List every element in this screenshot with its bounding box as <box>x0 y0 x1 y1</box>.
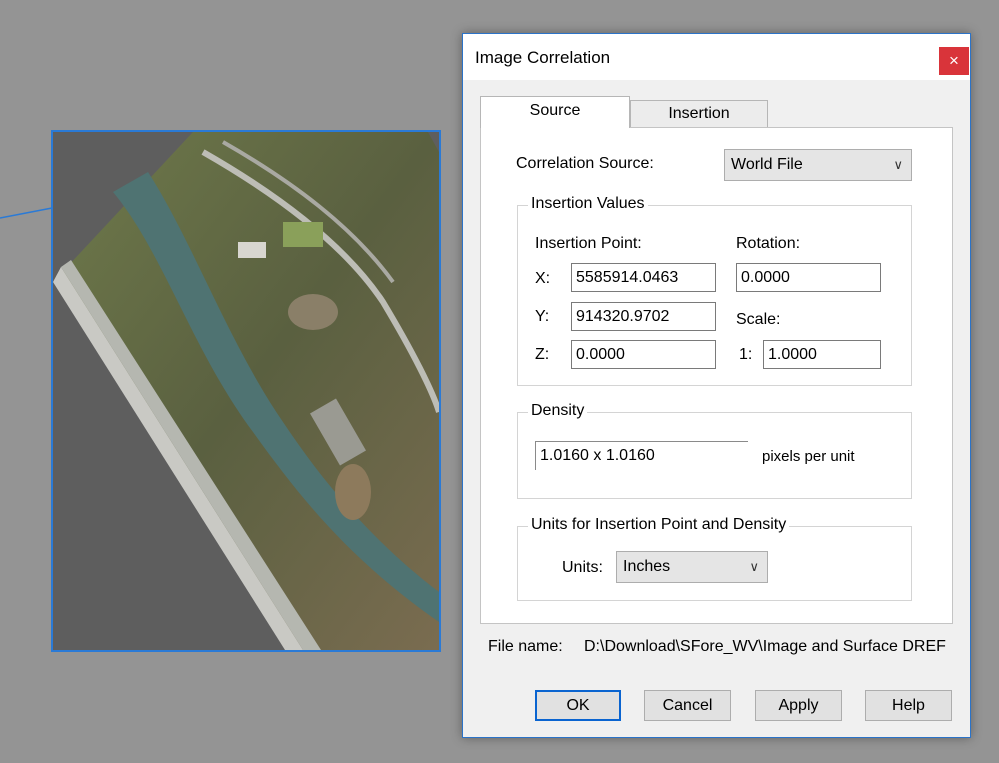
help-button[interactable]: Help <box>865 690 952 721</box>
units-select[interactable]: Inches ∨ <box>616 551 768 583</box>
tab-insertion[interactable]: Insertion <box>630 100 768 128</box>
file-name-value: D:\Download\SFore_WV\Image and Surface D… <box>584 638 946 655</box>
file-name-label: File name: <box>488 638 563 655</box>
cancel-button[interactable]: Cancel <box>644 690 731 721</box>
x-label: X: <box>535 270 551 287</box>
density-group: Density 1.0160 x 1.0160 pixels per unit <box>517 402 912 499</box>
units-label: Units: <box>562 559 603 576</box>
insertion-values-group: Insertion Values Insertion Point: Rotati… <box>517 195 912 386</box>
density-title: Density <box>528 402 588 420</box>
ok-button[interactable]: OK <box>535 690 621 721</box>
z-label: Z: <box>535 346 550 363</box>
close-button[interactable]: × <box>939 47 969 75</box>
y-label: Y: <box>535 308 550 325</box>
density-input[interactable]: 1.0160 x 1.0160 <box>535 441 748 470</box>
aerial-photo-icon <box>53 132 439 650</box>
x-input[interactable]: 5585914.0463 <box>571 263 716 292</box>
units-value: Inches <box>623 558 671 575</box>
scale-input[interactable]: 1.0000 <box>763 340 881 369</box>
correlation-source-select[interactable]: World File ∨ <box>724 149 912 181</box>
scale-label: Scale: <box>736 311 781 328</box>
source-tab-panel: Correlation Source: World File ∨ Inserti… <box>480 127 953 624</box>
correlation-source-label: Correlation Source: <box>516 155 654 172</box>
scale-prefix: 1: <box>739 346 753 363</box>
close-icon: × <box>949 51 959 70</box>
units-group: Units for Insertion Point and Density Un… <box>517 516 912 601</box>
y-input[interactable]: 914320.9702 <box>571 302 716 331</box>
title-bar[interactable]: Image Correlation × <box>463 34 970 80</box>
chevron-down-icon: ∨ <box>749 559 759 574</box>
insertion-values-title: Insertion Values <box>528 195 648 213</box>
units-title: Units for Insertion Point and Density <box>528 516 790 534</box>
apply-button[interactable]: Apply <box>755 690 842 721</box>
chevron-down-icon: ∨ <box>893 157 903 172</box>
z-input[interactable]: 0.0000 <box>571 340 716 369</box>
correlation-source-value: World File <box>731 156 803 173</box>
density-unit-label: pixels per unit <box>762 448 855 465</box>
insertion-point-label: Insertion Point: <box>535 235 642 252</box>
tab-source[interactable]: Source <box>480 96 630 128</box>
rotation-input[interactable]: 0.0000 <box>736 263 881 292</box>
dialog-title: Image Correlation <box>475 48 611 67</box>
image-correlation-dialog: Image Correlation × Source Insertion Cor… <box>462 33 971 738</box>
aerial-image[interactable] <box>51 130 441 652</box>
rotation-label: Rotation: <box>736 235 801 252</box>
